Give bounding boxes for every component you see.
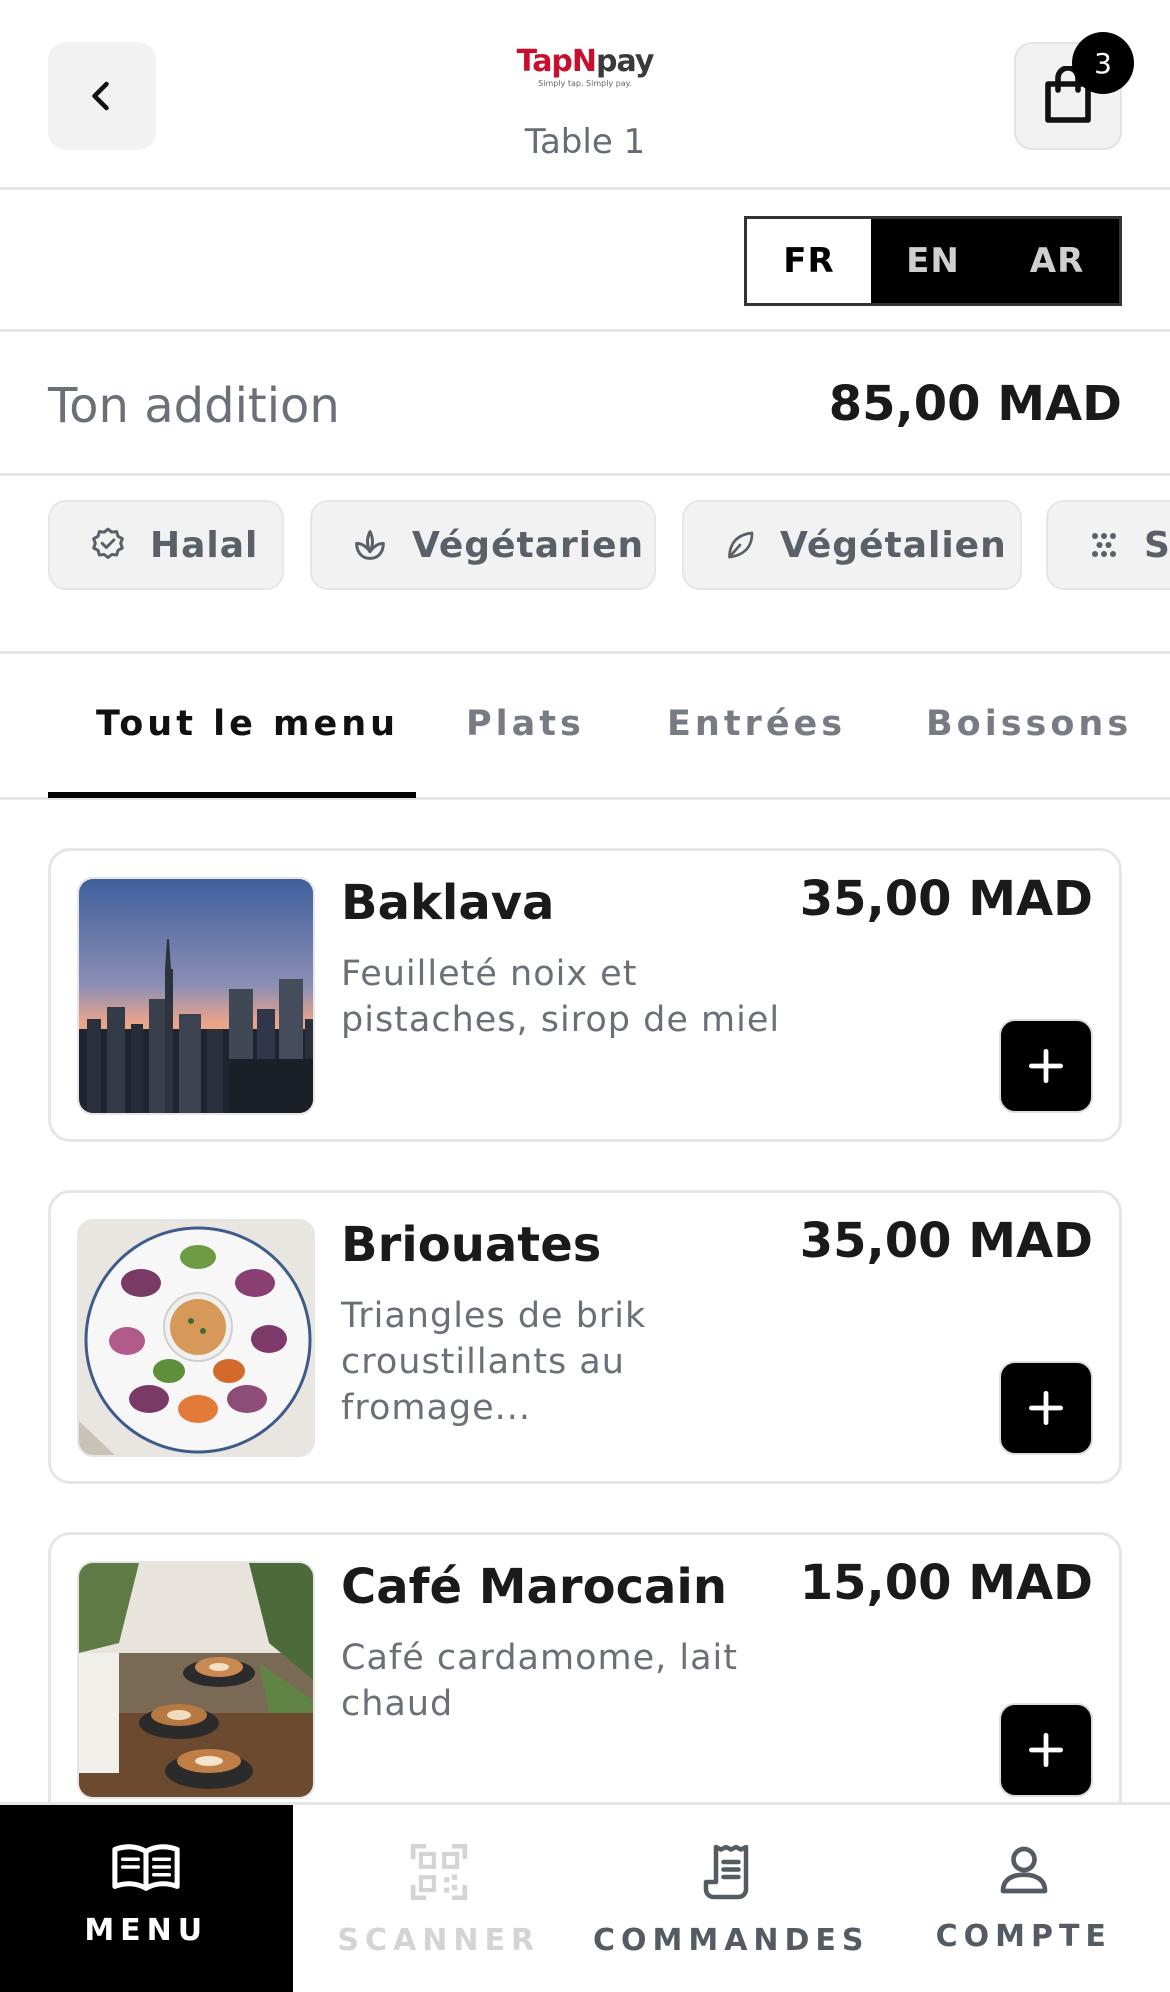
plus-icon <box>1028 1732 1064 1768</box>
nav-label: MENU <box>84 1913 209 1948</box>
plus-icon <box>1028 1390 1064 1426</box>
lang-option-fr[interactable]: FR <box>747 219 871 303</box>
nav-label: COMMANDES <box>592 1923 870 1958</box>
cart-count-badge: 3 <box>1072 32 1134 94</box>
lang-option-en[interactable]: EN <box>871 219 995 303</box>
bill-amount: 85,00 MAD <box>828 376 1122 432</box>
menu-item-card[interactable]: Briouates Triangles de brik croustillant… <box>48 1190 1122 1484</box>
logo-tagline: Simply tap. Simply pay. <box>538 79 632 88</box>
menu-item-price: 35,00 MAD <box>799 871 1093 927</box>
menu-item-name: Briouates <box>341 1217 602 1273</box>
filter-chip-more[interactable]: S <box>1046 500 1170 590</box>
sprout-icon <box>355 530 385 560</box>
tapnpay-logo: TapNpay Simply tap. Simply pay. <box>0 44 1170 88</box>
active-tab-indicator <box>48 792 416 798</box>
menu-item-description: Triangles de brik croustillants au froma… <box>341 1296 647 1428</box>
table-label: Table 1 <box>524 122 646 162</box>
qr-code-icon <box>410 1843 467 1901</box>
menu-item-name: Café Marocain <box>341 1559 728 1615</box>
badge-check-icon <box>92 527 124 559</box>
filter-chip-label: Végétalien <box>780 524 1007 566</box>
bill-label: Ton addition <box>48 378 340 434</box>
add-to-cart-button[interactable] <box>999 1019 1093 1113</box>
menu-item-card[interactable]: Baklava Feuilleté noix et pistaches, sir… <box>48 848 1122 1142</box>
category-tabs: Tout le menu Plats Entrées Boissons <box>0 654 1170 800</box>
menu-item-image <box>77 1219 315 1457</box>
add-to-cart-button[interactable] <box>999 1703 1093 1797</box>
nav-label: COMPTE <box>935 1919 1112 1954</box>
dots-grid-icon <box>1092 533 1116 557</box>
add-to-cart-button[interactable] <box>999 1361 1093 1455</box>
language-switch: FR EN AR <box>744 216 1122 306</box>
bottom-navigation: MENU SCANNER COMMANDES COMPTE <box>0 1802 1170 1992</box>
lang-option-ar[interactable]: AR <box>995 219 1119 303</box>
tab-boissons[interactable]: Boissons <box>926 704 1132 744</box>
menu-item-card[interactable]: Café Marocain Café cardamome, lait chaud… <box>48 1532 1122 1826</box>
nav-item-menu[interactable]: MENU <box>0 1805 293 1992</box>
menu-item-description: Café cardamome, lait chaud <box>341 1638 739 1724</box>
filter-chip-label: Halal <box>150 524 259 566</box>
menu-item-price: 15,00 MAD <box>799 1555 1093 1611</box>
filter-chip-halal[interactable]: Halal <box>48 500 284 590</box>
dietary-filters: Halal Végétarien Végétalien S <box>0 476 1170 654</box>
user-icon <box>1000 1846 1048 1894</box>
leaf-icon <box>728 531 754 559</box>
plus-icon <box>1028 1048 1064 1084</box>
language-bar: FR EN AR <box>0 190 1170 332</box>
tab-entrees[interactable]: Entrées <box>667 704 846 744</box>
bill-summary: Ton addition 85,00 MAD <box>0 332 1170 476</box>
app-header: TapNpay Simply tap. Simply pay. Table 1 … <box>0 0 1170 190</box>
nav-item-account[interactable]: COMPTE <box>878 1805 1170 1992</box>
filter-chip-vegetarian[interactable]: Végétarien <box>310 500 656 590</box>
nav-item-scanner[interactable]: SCANNER <box>293 1805 586 1992</box>
tab-plats[interactable]: Plats <box>466 704 585 744</box>
tab-all-menu[interactable]: Tout le menu <box>96 704 399 744</box>
menu-item-name: Baklava <box>341 875 555 931</box>
open-book-icon <box>112 1844 180 1891</box>
receipt-icon <box>704 1844 749 1900</box>
nav-item-orders[interactable]: COMMANDES <box>585 1805 878 1992</box>
menu-item-price: 35,00 MAD <box>799 1213 1093 1269</box>
menu-item-image <box>77 1561 315 1799</box>
menu-item-image <box>77 877 315 1115</box>
filter-chip-vegan[interactable]: Végétalien <box>682 500 1022 590</box>
menu-item-description: Feuilleté noix et pistaches, sirop de mi… <box>341 954 781 1040</box>
nav-label: SCANNER <box>337 1923 541 1958</box>
filter-chip-label: S <box>1144 524 1170 566</box>
filter-chip-label: Végétarien <box>412 524 645 566</box>
